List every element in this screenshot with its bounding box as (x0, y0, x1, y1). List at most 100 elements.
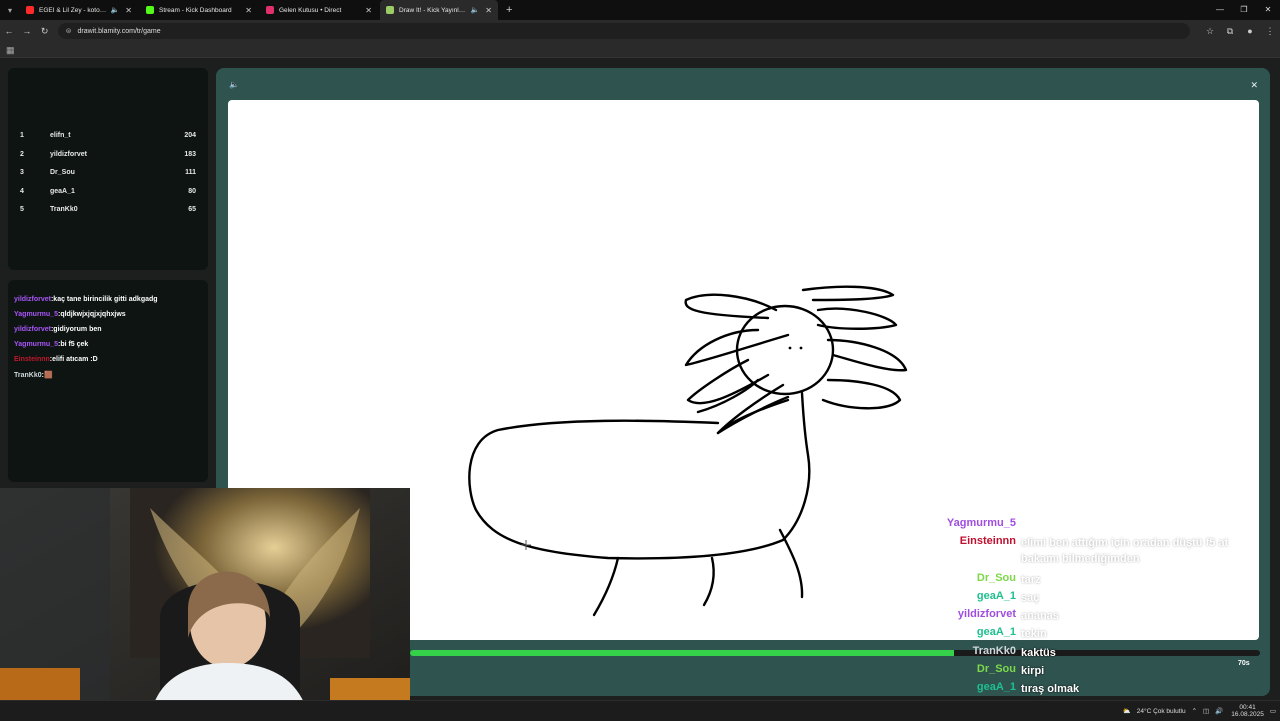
leaderboard-score: 111 (185, 169, 196, 176)
tab-close-icon[interactable]: ✕ (485, 6, 492, 15)
overlay-chat-username: geaA_1 (976, 590, 1016, 602)
chat-text: 🟫 (43, 372, 53, 379)
browser-tab[interactable]: Gelen Kutusu • Direct ✕ (260, 0, 378, 20)
sketch-spike-7 (826, 338, 908, 372)
site-info-icon[interactable]: ⊜ (66, 27, 72, 35)
chat-username[interactable]: yildizforvet (14, 326, 51, 333)
sketch-eye-right (799, 346, 803, 350)
tab-close-icon[interactable]: ✕ (245, 6, 252, 15)
reload-icon[interactable]: ↻ (36, 26, 54, 37)
overlay-chat-username: TranKk0 (972, 645, 1016, 657)
sidebar-chat-message: Yagmurmu_5:qldjkwjxjqjxjqhxjws (14, 311, 126, 318)
overlay-chat-username: geaA_1 (976, 626, 1016, 638)
leaderboard-rank: 3 (20, 169, 24, 176)
weather-icon[interactable]: ⛅ (1123, 707, 1131, 715)
stream-view: 1 elifn_t 204 2 yildizforvet 183 3 Dr_Sou 111 4 ge… (0, 58, 1280, 720)
overlay-chat-text: tekin (1021, 628, 1047, 640)
chat-username[interactable]: TranKk0 (14, 372, 42, 379)
webcam-image (0, 488, 410, 720)
chat-username[interactable]: yildizforvet (14, 296, 51, 303)
leaderboard-rank: 5 (20, 206, 24, 213)
overlay-chat-username: geaA_1 (976, 681, 1016, 693)
sketch-spike-5 (801, 285, 895, 302)
tray-chevron-icon[interactable]: ⌃ (1192, 707, 1197, 715)
sketch-spike-8 (821, 378, 902, 410)
leaderboard-row: 5 TranKk0 65 (18, 206, 198, 220)
sidebar-chat-message: yildizforvet:gidiyorum ben (14, 326, 102, 333)
sidebar-chat-message: Yagmurmu_5:bi f5 çek (14, 341, 88, 348)
leaderboard-score: 183 (184, 150, 196, 158)
chat-username[interactable]: Yagmurmu_5 (14, 311, 58, 318)
leaderboard-rank: 4 (20, 187, 24, 195)
close-icon[interactable]: ✕ (1256, 0, 1280, 20)
sketch-leg-2 (702, 556, 715, 607)
tab-audio-icon[interactable]: 🔈 (111, 6, 120, 14)
leaderboard-score: 204 (184, 132, 196, 139)
weather-text: 24°C Çok bulutlu (1136, 707, 1186, 715)
new-tab-button[interactable]: + (506, 4, 512, 16)
cursor-crosshair (521, 540, 531, 550)
url-input[interactable]: ⊜ drawit.blamity.com/tr/game (57, 23, 1190, 39)
tab-favicon-icon (386, 6, 394, 14)
leaderboard-name: yildizforvet (50, 150, 87, 158)
clock-date: 16.08.2025 (1231, 711, 1264, 718)
chat-username[interactable]: Yagmurmu_5 (14, 341, 58, 348)
sketch-spike-1 (684, 293, 778, 320)
sketch-leg-1 (592, 556, 620, 617)
tab-close-icon[interactable]: ✕ (125, 6, 132, 15)
overlay-chat-username: Dr_Sou (976, 572, 1016, 584)
sidebar-chat-message: Einsteinnn:elifi atıcam :D (14, 356, 98, 363)
sound-icon[interactable]: 🔈 (229, 80, 239, 89)
tab-audio-icon[interactable]: 🔈 (471, 6, 480, 14)
sketch-eye-left (788, 346, 792, 350)
chat-text: gidiyorum ben (53, 326, 102, 333)
profile-avatar[interactable]: ● (1240, 26, 1260, 37)
overlay-chat-text: tıraş olmak (1021, 683, 1080, 695)
overlay-chat-username: yildizforvet (957, 608, 1016, 620)
leaderboard-name: elifn_t (50, 132, 71, 139)
bookmark-star-icon[interactable]: ☆ (1200, 26, 1220, 37)
tab-title: Stream - Kick Dashboard (159, 6, 232, 14)
round-timer-fill (410, 650, 954, 656)
leaderboard-name: TranKk0 (50, 206, 78, 213)
tab-title: Gelen Kutusu • Direct (279, 6, 342, 14)
overlay-chat: Yagmurmu_5 Einsteinnn elimi ben attığım iç… (900, 513, 1270, 703)
sidebar-chat-message: yildizforvet:kaç tane birincilik gitti a… (14, 296, 158, 303)
minimize-icon[interactable]: — (1208, 0, 1232, 20)
notifications-icon[interactable]: ▭ (1270, 707, 1276, 715)
overlay-chat-text: elimi ben attığım için oradan düştü f5 a… (1021, 537, 1229, 565)
network-icon[interactable]: ◫ (1203, 707, 1209, 715)
clock[interactable]: 00:41 16.08.2025 (1231, 704, 1264, 718)
overlay-chat-username: Yagmurmu_5 (946, 517, 1016, 529)
sketch-spike-6 (816, 307, 898, 330)
chat-text: elifi atıcam :D (52, 356, 98, 363)
leaderboard-row: 3 Dr_Sou 111 (18, 169, 198, 183)
overlay-chat-text: kirpi (1021, 665, 1045, 677)
chat-text: qldjkwjxjqjxjqhxjws (60, 311, 126, 318)
leaderboard-name: Dr_Sou (50, 169, 75, 176)
forward-icon[interactable]: → (18, 26, 36, 36)
overlay-chat-text: ananas (1021, 610, 1059, 622)
apps-grid-icon[interactable]: ▦ (6, 45, 15, 56)
leaderboard-row: 4 geaA_1 80 (18, 188, 198, 202)
tab-search-icon[interactable]: ▾ (0, 0, 20, 20)
browser-tab[interactable]: EGEI & Lil Zey - kotojenik 🔈 ✕ (20, 0, 138, 20)
maximize-icon[interactable]: ❐ (1232, 0, 1256, 20)
tab-strip: ▾ EGEI & Lil Zey - kotojenik 🔈 ✕ Stream - K… (0, 0, 1280, 20)
back-icon[interactable]: ← (0, 26, 18, 36)
leaderboard-panel: 1 elifn_t 204 2 yildizforvet 183 3 Dr_Sou 111 4 ge… (8, 68, 208, 270)
chat-text: kaç tane birincilik gitti adkgadg (53, 296, 158, 303)
browser-tab[interactable]: Draw It! - Kick Yayınları İçin🔈 ✕ (380, 0, 498, 20)
overlay-chat-text: tarz (1021, 574, 1041, 586)
webcam-feed (0, 488, 410, 720)
extensions-icon[interactable]: ⧉ (1220, 26, 1240, 37)
window-controls: — ❐ ✕ (1208, 0, 1280, 20)
chat-username[interactable]: Einsteinnn (14, 356, 50, 363)
menu-icon[interactable]: ⋮ (1260, 26, 1280, 37)
volume-icon[interactable]: 🔊 (1215, 707, 1223, 715)
system-tray: ⛅ 24°C Çok bulutlu ⌃ ◫ 🔊 00:41 16.08.202… (1117, 701, 1276, 721)
tab-close-icon[interactable]: ✕ (365, 6, 372, 15)
browser-tab[interactable]: Stream - Kick Dashboard ✕ (140, 0, 258, 20)
leaderboard-score: 80 (188, 187, 196, 195)
close-game-icon[interactable]: ✕ (1250, 80, 1258, 91)
